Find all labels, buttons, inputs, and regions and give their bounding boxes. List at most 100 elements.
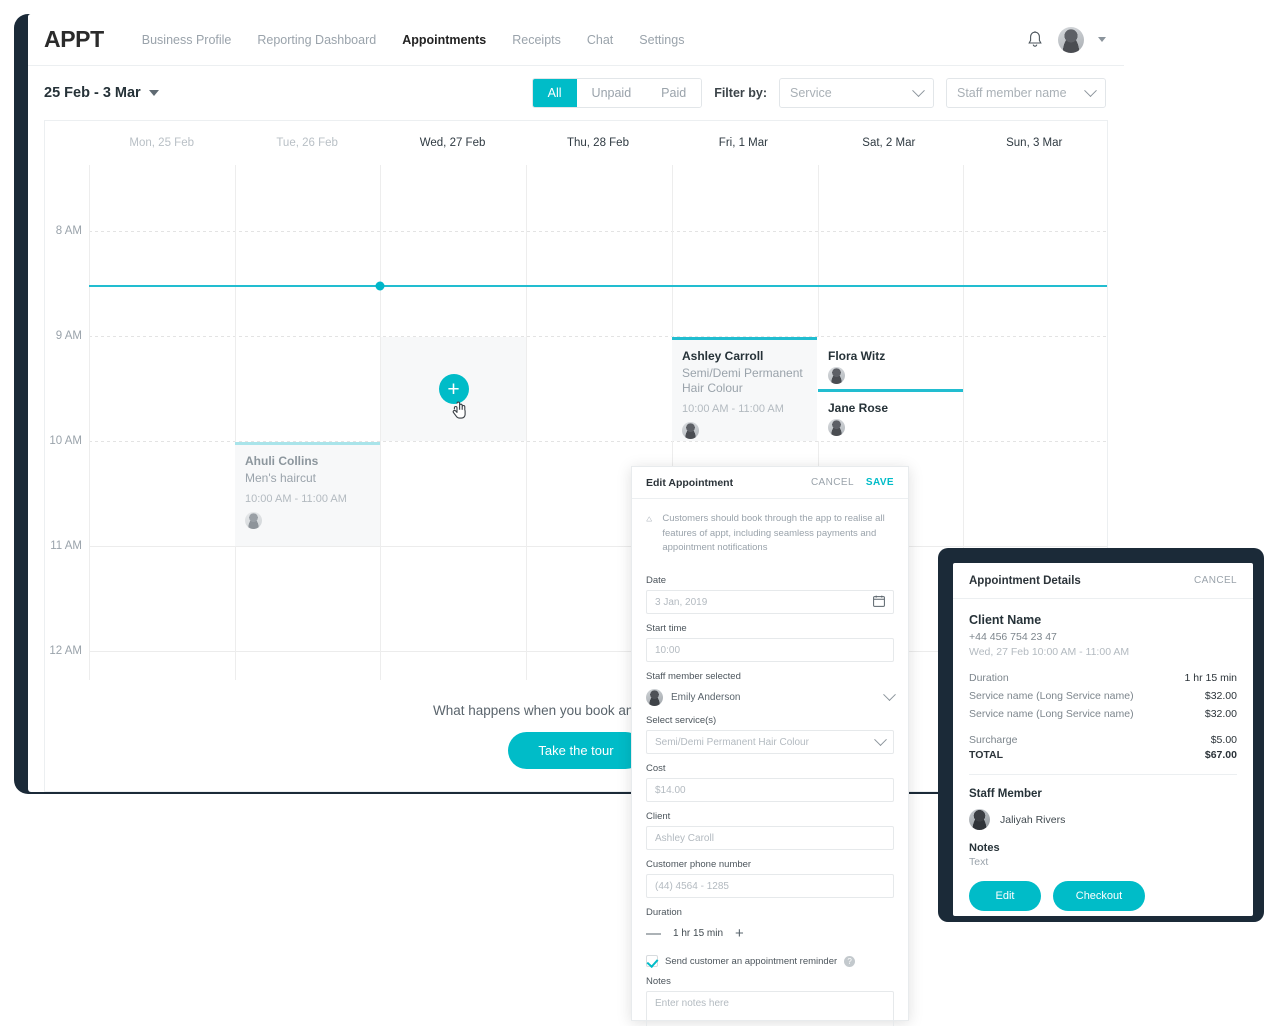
day-header-sun[interactable]: Sun, 3 Mar (962, 137, 1107, 149)
appointment-service: Men's haircut (245, 471, 316, 485)
column-divider (89, 165, 90, 681)
nav-links: Business Profile Reporting Dashboard App… (142, 33, 685, 47)
details-row-surcharge: Surcharge $5.00 (969, 734, 1237, 746)
duration-increase-button[interactable]: + (735, 926, 744, 941)
client-label: Client (646, 811, 671, 823)
details-notes-title: Notes (969, 842, 1000, 854)
checkout-button[interactable]: Checkout (1053, 881, 1145, 911)
details-cancel-button[interactable]: CANCEL (1194, 575, 1237, 586)
service-filter-dropdown[interactable]: Service (779, 78, 934, 108)
chevron-down-icon (883, 688, 896, 702)
date-label: Date (646, 575, 667, 587)
segment-all[interactable]: All (532, 79, 577, 107)
add-appointment-slot[interactable]: + (381, 337, 526, 441)
chevron-down-icon (148, 90, 159, 96)
phone-input[interactable]: (44) 4564 - 1285 (646, 874, 894, 899)
segment-unpaid[interactable]: Unpaid (576, 79, 647, 107)
hand-cursor-icon (452, 401, 466, 419)
details-body: Client Name +44 456 754 23 47 Wed, 27 Fe… (953, 599, 1253, 911)
row-value: $5.00 (1210, 734, 1237, 746)
details-title: Appointment Details (969, 574, 1081, 587)
modal-save-button[interactable]: SAVE (866, 477, 894, 488)
phone-value: (44) 4564 - 1285 (655, 880, 729, 892)
appointment-card-jane-rose[interactable]: Jane Rose (818, 389, 963, 441)
current-time-indicator (89, 285, 1107, 287)
date-range-selector[interactable]: 25 Feb - 3 Mar (44, 85, 159, 101)
appointment-time: 10:00 AM - 11:00 AM (682, 403, 784, 415)
appointment-card-flora-witz[interactable]: Flora Witz (818, 337, 963, 389)
modal-title: Edit Appointment (646, 476, 734, 489)
select-service-dropdown[interactable]: Semi/Demi Permanent Hair Colour (646, 730, 894, 755)
bell-icon[interactable] (1026, 30, 1044, 50)
filter-by-label: Filter by: (714, 86, 767, 100)
nav-item-receipts[interactable]: Receipts (512, 33, 561, 47)
day-header-wed[interactable]: Wed, 27 Feb (380, 137, 525, 149)
edit-appointment-modal: Edit Appointment CANCEL SAVE Customers s… (631, 466, 909, 1026)
details-actions: Edit Checkout (969, 881, 1237, 911)
chevron-down-icon[interactable] (1098, 37, 1106, 42)
current-time-dot (375, 281, 385, 291)
nav-right-group (1026, 26, 1106, 53)
notes-textarea[interactable]: Enter notes here (646, 991, 894, 1026)
appointment-time: 10:00 AM - 11:00 AM (245, 493, 347, 505)
user-avatar[interactable] (1058, 26, 1084, 53)
gridline-8am (89, 231, 1107, 232)
nav-item-settings[interactable]: Settings (639, 33, 684, 47)
staff-member-title: Staff Member (969, 788, 1042, 800)
modal-body: Date 3 Jan, 2019 Start time 10:00 Staff … (632, 575, 908, 1026)
duration-value: 1 hr 15 min (673, 928, 724, 940)
date-input[interactable]: 3 Jan, 2019 (646, 590, 894, 615)
staff-avatar (682, 422, 699, 439)
chevron-down-icon (874, 732, 887, 746)
add-appointment-button[interactable]: + (438, 374, 469, 404)
modal-notice: Customers should book through the app to… (632, 499, 908, 566)
day-header-sat[interactable]: Sat, 2 Mar (816, 137, 961, 149)
edit-button[interactable]: Edit (969, 881, 1041, 911)
take-the-tour-button[interactable]: Take the tour (508, 731, 644, 769)
nav-item-business-profile[interactable]: Business Profile (142, 33, 232, 47)
staff-member-name: Jaliyah Rivers (1000, 813, 1066, 826)
staff-member-value: Emily Anderson (671, 692, 741, 704)
reminder-checkbox-row: Send customer an appointment reminder ? (646, 955, 894, 968)
row-label: Surcharge (969, 734, 1018, 746)
day-header-tue[interactable]: Tue, 26 Feb (234, 137, 379, 149)
details-notes-value: Text (969, 856, 989, 868)
details-datetime: Wed, 27 Feb 10:00 AM - 11:00 AM (969, 646, 1130, 658)
details-client-name: Client Name (969, 613, 1042, 627)
day-header-fri[interactable]: Fri, 1 Mar (671, 137, 816, 149)
start-time-label: Start time (646, 623, 687, 635)
modal-cancel-button[interactable]: CANCEL (811, 477, 854, 488)
gridline-11am (89, 546, 1107, 547)
appointment-client-name: Ashley Carroll (682, 349, 764, 363)
row-label: Service name (Long Service name) (969, 690, 1134, 702)
staff-filter-dropdown[interactable]: Staff member name (946, 78, 1106, 108)
row-label: TOTAL (969, 749, 1004, 761)
duration-label: Duration (646, 907, 682, 919)
modal-actions: CANCEL SAVE (811, 477, 894, 488)
staff-member-dropdown[interactable]: Emily Anderson (646, 686, 896, 707)
client-input[interactable]: Ashley Caroll (646, 826, 894, 851)
calendar-icon[interactable] (873, 595, 885, 610)
divider (969, 774, 1237, 775)
top-navigation: APPT Business Profile Reporting Dashboar… (28, 14, 1124, 66)
nav-item-reporting-dashboard[interactable]: Reporting Dashboard (257, 33, 376, 47)
reminder-checkbox[interactable] (646, 955, 658, 968)
help-icon[interactable]: ? (844, 955, 856, 967)
appointment-service: Semi/Demi Permanent Hair Colour (682, 366, 803, 395)
day-header-thu[interactable]: Thu, 28 Feb (525, 137, 670, 149)
cost-input[interactable]: $14.00 (646, 778, 894, 803)
nav-item-appointments[interactable]: Appointments (402, 33, 486, 47)
start-time-input[interactable]: 10:00 (646, 638, 894, 663)
appointment-card-ahuli-collins[interactable]: Ahuli Collins Men's haircut 10:00 AM - 1… (235, 442, 380, 546)
duration-decrease-button[interactable]: — (646, 926, 661, 941)
segment-paid[interactable]: Paid (646, 79, 702, 107)
appointment-card-ashley-carroll[interactable]: Ashley Carroll Semi/Demi Permanent Hair … (672, 337, 817, 441)
toolbar-right-group: All Unpaid Paid Filter by: Service Staff… (531, 78, 1106, 108)
time-label-12am: 12 AM (49, 645, 82, 657)
cost-value: $14.00 (655, 784, 686, 796)
row-value: 1 hr 15 min (1184, 672, 1237, 684)
start-time-value: 10:00 (655, 644, 681, 656)
day-header-mon[interactable]: Mon, 25 Feb (89, 137, 234, 149)
date-range-label: 25 Feb - 3 Mar (44, 85, 141, 101)
nav-item-chat[interactable]: Chat (587, 33, 613, 47)
